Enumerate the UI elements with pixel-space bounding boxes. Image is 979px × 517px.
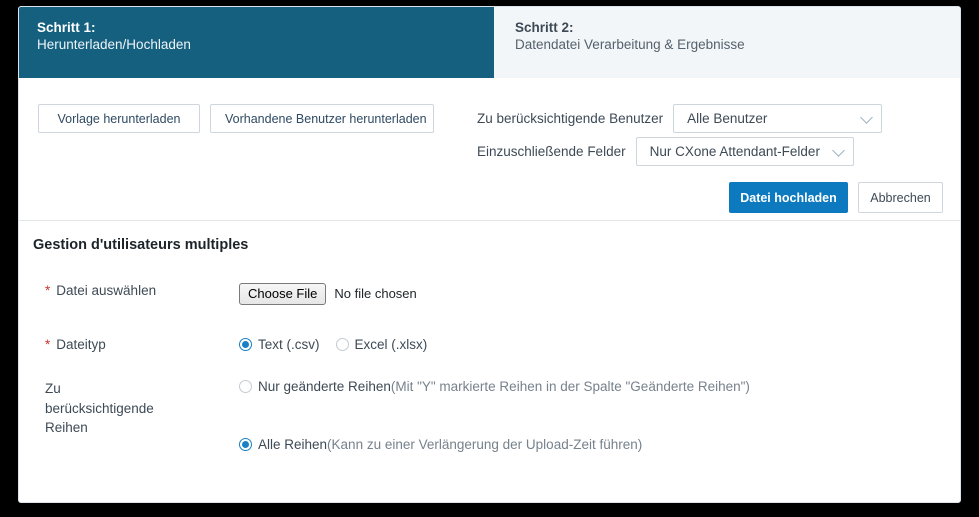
rows-option-changed-only-hint: (Mit "Y" markierte Reihen in der Spalte … [390, 379, 750, 394]
file-type-option-xlsx-label: Excel (.xlsx) [354, 337, 428, 352]
rows-option-all-rows-hint: (Kann zu einer Verlängerung der Upload-Z… [327, 437, 643, 452]
fields-to-include-select[interactable]: Nur CXone Attendant-Felder [635, 137, 854, 166]
fields-to-include-label: Einzuschließende Felder [477, 144, 626, 159]
rows-option-changed-only[interactable]: Nur geänderte Reihen (Mit "Y" markierte … [239, 379, 750, 394]
step-2-number: Schritt 2: [515, 20, 574, 35]
users-to-include-label: Zu berücksichtigende Benutzer [477, 111, 664, 126]
rows-option-all-rows[interactable]: Alle Reihen (Kann zu einer Verlängerung … [239, 437, 642, 452]
step-header: Schritt 1: Herunterladen/Hochladen Schri… [19, 7, 960, 78]
rows-option-all-rows-label: Alle Reihen [258, 437, 328, 452]
required-asterisk: * [45, 337, 51, 352]
radio-selected-icon[interactable] [239, 438, 252, 451]
step-1-number: Schritt 1: [37, 20, 96, 35]
radio-unselected-icon[interactable] [239, 380, 252, 393]
chevron-down-icon [831, 143, 845, 157]
step-1-download-upload[interactable]: Schritt 1: Herunterladen/Hochladen [19, 7, 487, 78]
step-2-processing-results[interactable]: Schritt 2: Datendatei Verarbeitung & Erg… [487, 7, 960, 78]
download-template-button[interactable]: Vorlage herunterladen [38, 104, 200, 133]
fields-to-include-value: Nur CXone Attendant-Felder [649, 144, 820, 159]
fields-to-include-row: Einzuschließende Felder Nur CXone Attend… [477, 137, 854, 166]
cancel-button[interactable]: Abbrechen [858, 182, 943, 213]
required-asterisk: * [45, 283, 51, 298]
file-type-option-csv-label: Text (.csv) [258, 337, 320, 352]
step-1-description: Herunterladen/Hochladen [37, 37, 191, 53]
users-to-include-row: Zu berücksichtigende Benutzer Alle Benut… [477, 104, 883, 133]
download-existing-users-button[interactable]: Vorhandene Benutzer herunterladen [210, 104, 434, 133]
file-type-option-csv[interactable]: Text (.csv) [239, 337, 320, 352]
choose-file-button[interactable]: Choose File [239, 283, 327, 305]
file-type-option-xlsx[interactable]: Excel (.xlsx) [335, 337, 428, 352]
users-to-include-select[interactable]: Alle Benutzer [673, 104, 883, 133]
multi-user-management-card: Schritt 1: Herunterladen/Hochladen Schri… [18, 6, 961, 503]
upload-toolbar: Vorlage herunterladen Vorhandene Benutze… [19, 78, 960, 221]
file-type-label: * Dateityp [45, 337, 235, 352]
radio-selected-icon[interactable] [239, 338, 252, 351]
file-status-text: No file chosen [334, 286, 417, 301]
file-type-radio-group: Text (.csv) Excel (.xlsx) [239, 337, 443, 352]
users-to-include-value: Alle Benutzer [687, 111, 768, 126]
rows-option-changed-only-label: Nur geänderte Reihen [258, 379, 391, 394]
upload-file-button[interactable]: Datei hochladen [729, 182, 848, 213]
rows-to-include-label: Zu berücksichtigende Reihen [45, 381, 154, 436]
choose-file-label-text: Datei auswählen [56, 283, 157, 298]
step-2-description: Datendatei Verarbeitung & Ergebnisse [515, 37, 745, 53]
choose-file-control: Choose File No file chosen [239, 283, 417, 305]
choose-file-label: * Datei auswählen [45, 283, 235, 298]
page-title: Gestion d'utilisateurs multiples [33, 237, 249, 253]
chevron-down-icon [860, 110, 873, 124]
file-type-label-text: Dateityp [56, 337, 106, 352]
radio-unselected-icon[interactable] [335, 338, 349, 351]
file-input[interactable]: Choose File No file chosen [239, 283, 417, 305]
